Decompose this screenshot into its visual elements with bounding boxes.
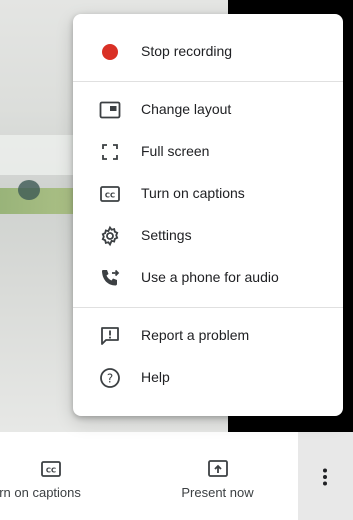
captions-label: urn on captions	[0, 485, 81, 500]
menu-item-stop-recording[interactable]: Stop recording	[73, 31, 343, 71]
menu-item-change-layout[interactable]: Change layout	[73, 89, 343, 129]
svg-text:CC: CC	[105, 192, 115, 200]
video-feed-detail	[18, 180, 40, 200]
menu-item-label: Help	[141, 369, 170, 385]
present-label: Present now	[181, 485, 254, 500]
help-icon: ?	[99, 367, 121, 389]
menu-item-full-screen[interactable]: Full screen	[73, 131, 343, 171]
more-options-menu: Stop recording Change layout Full screen…	[73, 14, 343, 416]
menu-item-settings[interactable]: Settings	[73, 215, 343, 255]
present-icon	[207, 459, 229, 482]
report-icon	[99, 325, 121, 347]
layout-icon	[99, 99, 121, 121]
fullscreen-icon	[99, 141, 121, 163]
menu-item-label: Use a phone for audio	[141, 269, 279, 285]
menu-item-label: Settings	[141, 227, 192, 243]
gear-icon	[99, 225, 121, 247]
svg-text:CC: CC	[46, 467, 56, 475]
svg-text:?: ?	[107, 372, 113, 386]
menu-item-turn-on-captions[interactable]: CC Turn on captions	[73, 173, 343, 213]
captions-icon: CC	[40, 460, 62, 481]
menu-item-label: Change layout	[141, 101, 232, 117]
present-now-button[interactable]: Present now	[160, 432, 275, 520]
menu-item-use-phone-audio[interactable]: Use a phone for audio	[73, 257, 343, 297]
menu-item-label: Stop recording	[141, 43, 233, 59]
menu-item-label: Report a problem	[141, 327, 250, 343]
menu-item-label: Full screen	[141, 143, 210, 159]
more-options-button[interactable]	[298, 432, 353, 520]
turn-on-captions-button[interactable]: CC urn on captions	[0, 432, 110, 520]
menu-item-label: Turn on captions	[141, 185, 245, 201]
record-dot-icon	[99, 41, 121, 63]
menu-divider	[73, 81, 343, 82]
menu-item-help[interactable]: ? Help	[73, 357, 343, 397]
phone-audio-icon	[99, 267, 121, 289]
menu-item-report-problem[interactable]: Report a problem	[73, 315, 343, 355]
more-vert-icon	[322, 468, 328, 489]
menu-divider	[73, 307, 343, 308]
bottom-toolbar: CC urn on captions Present now	[0, 432, 353, 520]
captions-icon: CC	[99, 183, 121, 205]
